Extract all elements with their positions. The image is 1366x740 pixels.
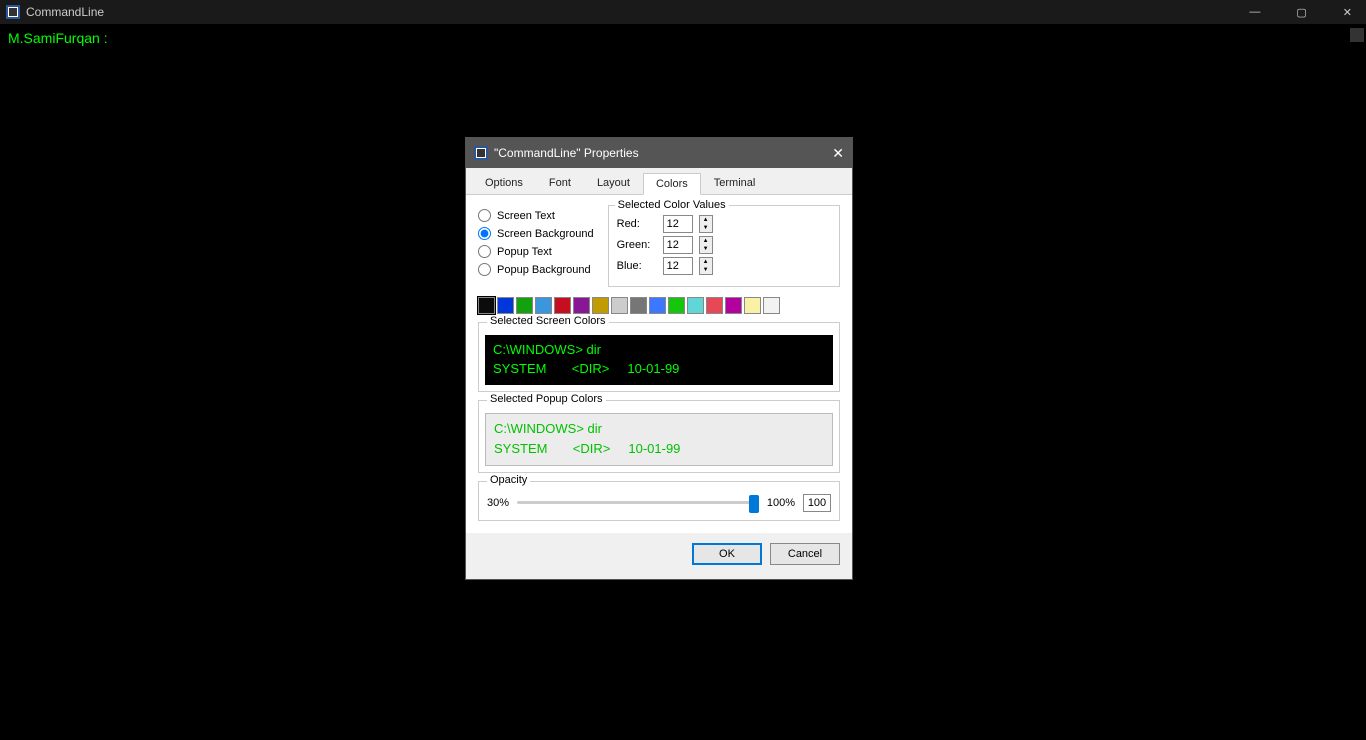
palette-swatch-15[interactable] [763, 297, 780, 314]
opacity-slider[interactable] [517, 501, 759, 504]
cancel-button[interactable]: Cancel [770, 543, 840, 565]
palette-swatch-4[interactable] [554, 297, 571, 314]
ok-button[interactable]: OK [692, 543, 762, 565]
radio-screen-background-label: Screen Background [497, 228, 594, 240]
palette-swatch-14[interactable] [744, 297, 761, 314]
app-icon [6, 5, 20, 19]
properties-dialog: "CommandLine" Properties ✕ Options Font … [465, 137, 853, 580]
maximize-button[interactable]: ▢ [1288, 4, 1314, 21]
radio-popup-text-input[interactable] [478, 245, 491, 258]
green-label: Green: [617, 239, 657, 251]
screen-colors-preview: C:\WINDOWS> dir SYSTEM <DIR> 10-01-99 [485, 335, 833, 385]
palette-swatch-12[interactable] [706, 297, 723, 314]
red-spinner[interactable]: ▲▼ [699, 215, 713, 233]
opacity-min-label: 30% [487, 497, 509, 509]
radio-popup-background-input[interactable] [478, 263, 491, 276]
green-input[interactable] [663, 236, 693, 254]
radio-screen-text-label: Screen Text [497, 210, 555, 222]
red-label: Red: [617, 218, 657, 230]
main-titlebar: CommandLine — ▢ ✕ [0, 0, 1366, 24]
terminal-output: M.SamiFurqan : [0, 24, 1366, 53]
palette-swatch-13[interactable] [725, 297, 742, 314]
app-title: CommandLine [26, 5, 104, 19]
palette-swatch-2[interactable] [516, 297, 533, 314]
tab-terminal[interactable]: Terminal [701, 172, 769, 194]
palette-swatch-10[interactable] [668, 297, 685, 314]
radio-popup-background-label: Popup Background [497, 264, 591, 276]
dialog-icon [474, 146, 488, 160]
color-values-legend: Selected Color Values [615, 199, 729, 211]
tab-colors-body: Screen Text Screen Background Popup Text… [466, 195, 852, 533]
tab-layout[interactable]: Layout [584, 172, 643, 194]
opacity-slider-thumb[interactable] [749, 495, 759, 513]
radio-screen-text-input[interactable] [478, 209, 491, 222]
opacity-legend: Opacity [487, 474, 530, 486]
palette-swatch-0[interactable] [478, 297, 495, 314]
tab-colors[interactable]: Colors [643, 173, 701, 195]
palette-swatch-6[interactable] [592, 297, 609, 314]
palette-swatch-11[interactable] [687, 297, 704, 314]
selected-color-values-group: Selected Color Values Red: ▲▼ Green: ▲▼ … [608, 205, 840, 287]
palette-swatch-9[interactable] [649, 297, 666, 314]
palette-swatch-8[interactable] [630, 297, 647, 314]
radio-popup-text[interactable]: Popup Text [478, 245, 594, 258]
popup-colors-preview-group: Selected Popup Colors C:\WINDOWS> dir SY… [478, 400, 840, 472]
blue-input[interactable] [663, 257, 693, 275]
dialog-close-button[interactable]: ✕ [832, 145, 844, 162]
green-spinner[interactable]: ▲▼ [699, 236, 713, 254]
radio-screen-text[interactable]: Screen Text [478, 209, 594, 222]
tab-options[interactable]: Options [472, 172, 536, 194]
palette-swatch-7[interactable] [611, 297, 628, 314]
radio-popup-text-label: Popup Text [497, 246, 552, 258]
palette-swatch-1[interactable] [497, 297, 514, 314]
radio-popup-background[interactable]: Popup Background [478, 263, 594, 276]
dialog-title-text: "CommandLine" Properties [494, 146, 639, 160]
screen-preview-legend: Selected Screen Colors [487, 315, 609, 327]
popup-preview-legend: Selected Popup Colors [487, 393, 606, 405]
dialog-titlebar: "CommandLine" Properties ✕ [466, 138, 852, 168]
window-controls: — ▢ ✕ [1241, 4, 1360, 21]
palette-swatch-5[interactable] [573, 297, 590, 314]
opacity-max-label: 100% [767, 497, 795, 509]
blue-label: Blue: [617, 260, 657, 272]
opacity-group: Opacity 30% 100% [478, 481, 840, 521]
blue-spinner[interactable]: ▲▼ [699, 257, 713, 275]
color-palette [478, 297, 840, 314]
tab-font[interactable]: Font [536, 172, 584, 194]
terminal-prompt: M.SamiFurqan : [8, 30, 108, 46]
vertical-scrollbar-up[interactable] [1350, 28, 1364, 42]
color-target-radios: Screen Text Screen Background Popup Text… [478, 205, 594, 287]
opacity-input[interactable] [803, 494, 831, 512]
close-button[interactable]: ✕ [1335, 4, 1360, 21]
radio-screen-background[interactable]: Screen Background [478, 227, 594, 240]
radio-screen-background-input[interactable] [478, 227, 491, 240]
palette-swatch-3[interactable] [535, 297, 552, 314]
screen-colors-preview-group: Selected Screen Colors C:\WINDOWS> dir S… [478, 322, 840, 392]
dialog-button-row: OK Cancel [466, 533, 852, 579]
popup-colors-preview: C:\WINDOWS> dir SYSTEM <DIR> 10-01-99 [485, 413, 833, 465]
minimize-button[interactable]: — [1241, 4, 1268, 21]
tab-strip: Options Font Layout Colors Terminal [466, 168, 852, 195]
red-input[interactable] [663, 215, 693, 233]
